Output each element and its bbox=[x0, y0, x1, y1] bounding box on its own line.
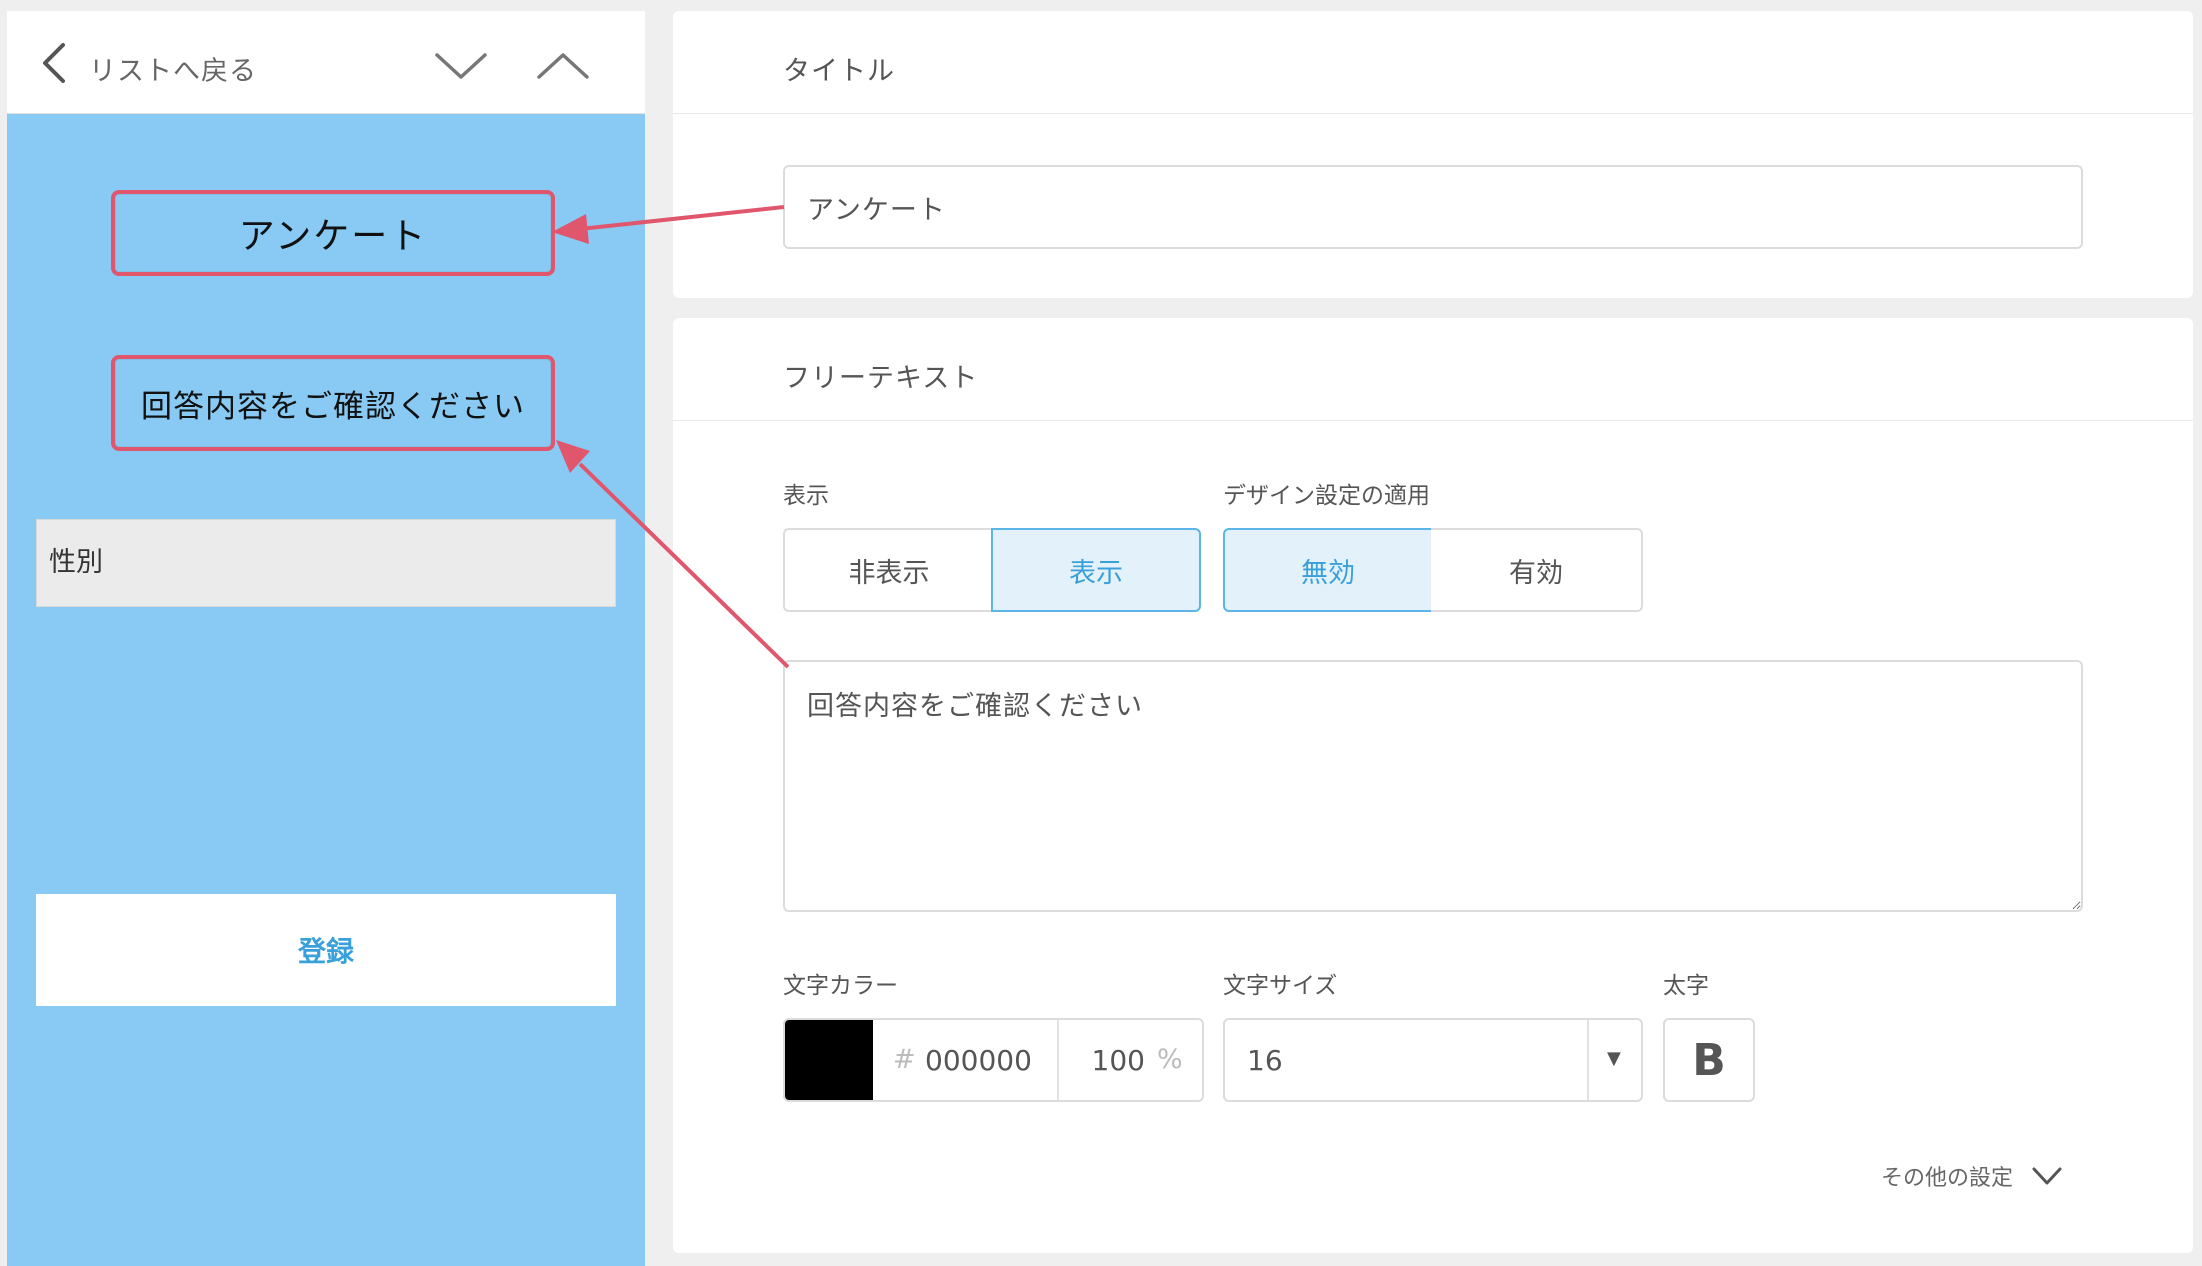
preview-title: アンケート bbox=[111, 190, 555, 276]
display-show-button[interactable]: 表示 bbox=[991, 528, 1201, 612]
preview-pane: リストへ戻る アンケート 回答内容をご確認ください 性別 登録 bbox=[7, 11, 645, 1266]
design-apply-label: デザイン設定の適用 bbox=[1223, 483, 1430, 509]
preview-header: リストへ戻る bbox=[7, 11, 645, 114]
free-text-panel-header: フリーテキスト bbox=[673, 318, 2193, 421]
chevron-left-icon[interactable] bbox=[35, 39, 75, 87]
chevron-up-icon[interactable] bbox=[535, 49, 591, 83]
hex-color-input[interactable] bbox=[925, 1038, 1045, 1082]
chevron-down-icon bbox=[2032, 1167, 2062, 1185]
free-text-panel: フリーテキスト 表示 デザイン設定の適用 非表示 表示 無効 有効 回答内容をご… bbox=[673, 318, 2193, 1253]
title-input[interactable] bbox=[783, 165, 2083, 249]
color-swatch[interactable] bbox=[785, 1020, 873, 1100]
text-size-label: 文字サイズ bbox=[1223, 973, 1338, 999]
color-divider bbox=[1057, 1020, 1059, 1100]
hash-sign: # bbox=[893, 1044, 916, 1075]
text-size-value: 16 bbox=[1247, 1044, 1283, 1077]
chevron-down-icon[interactable] bbox=[433, 49, 489, 83]
design-enable-button[interactable]: 有効 bbox=[1431, 528, 1643, 612]
preview-field-gender[interactable]: 性別 bbox=[36, 519, 616, 607]
free-text-panel-heading: フリーテキスト bbox=[783, 363, 979, 394]
back-to-list-link[interactable]: リストへ戻る bbox=[89, 49, 257, 88]
design-disable-button[interactable]: 無効 bbox=[1223, 528, 1433, 612]
percent-sign: % bbox=[1157, 1044, 1183, 1075]
more-settings-label: その他の設定 bbox=[1881, 1166, 2014, 1191]
preview-free-text: 回答内容をご確認ください bbox=[111, 355, 555, 451]
text-size-select[interactable]: 16 ▼ bbox=[1223, 1018, 1643, 1102]
more-settings-toggle[interactable]: その他の設定 bbox=[1881, 1160, 2063, 1192]
free-text-textarea[interactable]: 回答内容をご確認ください bbox=[783, 660, 2083, 912]
text-color-picker: # % bbox=[783, 1018, 1204, 1102]
bold-toggle-button[interactable]: B bbox=[1663, 1018, 1755, 1102]
title-panel-heading: タイトル bbox=[783, 56, 895, 87]
caret-down-icon: ▼ bbox=[1607, 1048, 1621, 1069]
opacity-input[interactable] bbox=[1075, 1038, 1145, 1082]
register-button[interactable]: 登録 bbox=[36, 894, 616, 1006]
display-label: 表示 bbox=[783, 483, 829, 509]
select-divider bbox=[1587, 1020, 1589, 1100]
text-color-label: 文字カラー bbox=[783, 973, 898, 999]
display-hide-button[interactable]: 非表示 bbox=[783, 528, 993, 612]
bold-label: 太字 bbox=[1663, 973, 1709, 999]
title-panel: タイトル bbox=[673, 11, 2193, 298]
title-panel-header: タイトル bbox=[673, 11, 2193, 114]
